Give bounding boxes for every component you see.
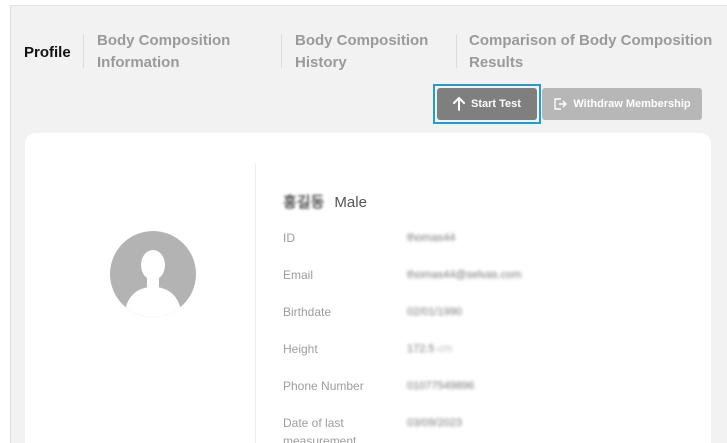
arrow-up-icon [453,97,466,111]
profile-card: 홍길동 Male ID thomas44 Email thomas44@selv… [25,133,711,443]
tab-profile[interactable]: Profile [24,42,71,64]
phone-label: Phone Number [283,379,364,393]
tab-label-line2: Information [97,54,180,71]
last-measurement-label: Date of last measurement [283,414,356,443]
tab-divider [281,34,282,68]
user-name: 홍길동 [283,194,325,211]
height-unit: cm [437,343,453,355]
tab-label-line1: Comparison of Body Composition [469,32,713,49]
tab-body-composition-history[interactable]: Body Composition History [295,30,428,74]
withdraw-label: Withdraw Membership [573,98,691,110]
name-row: 홍길동 Male [283,191,367,212]
id-label: ID [283,231,295,245]
birthdate-value: 02/01/1990 [407,306,463,318]
tab-bar: Profile Body Composition Information Bod… [11,6,727,86]
last-measurement-value: 03/09/2023 [407,417,463,429]
card-divider [255,163,256,443]
birthdate-label: Birthdate [283,305,332,319]
id-value: thomas44 [407,232,456,244]
start-test-label: Start Test [471,98,521,110]
email-value: thomas44@selvas.com [407,269,522,281]
height-label: Height [283,342,318,356]
phone-value: 01077549896 [407,380,475,392]
tab-divider [83,34,84,68]
tab-comparison-results[interactable]: Comparison of Body Composition Results [469,30,712,74]
app-frame: Profile Body Composition Information Bod… [10,5,727,443]
person-silhouette-icon [124,250,182,317]
start-test-button[interactable]: Start Test [437,88,537,120]
exit-icon [553,97,568,111]
user-gender: Male [334,194,367,211]
email-label: Email [283,268,314,282]
tab-divider [456,34,457,68]
tab-label-line2: Results [469,54,524,71]
tab-label-line1: Body Composition [295,32,429,49]
last-measurement-label-line1: Date of last [283,416,344,430]
tab-body-composition-information[interactable]: Body Composition Information [97,30,230,74]
avatar [110,231,196,317]
height-number: 172.5 [407,343,435,355]
tab-label-line2: History [295,54,347,71]
height-value: 172.5 cm [407,340,452,358]
last-measurement-label-line2: measurement [283,434,357,443]
tab-label-line1: Body Composition [97,32,231,49]
withdraw-membership-button[interactable]: Withdraw Membership [542,88,702,120]
